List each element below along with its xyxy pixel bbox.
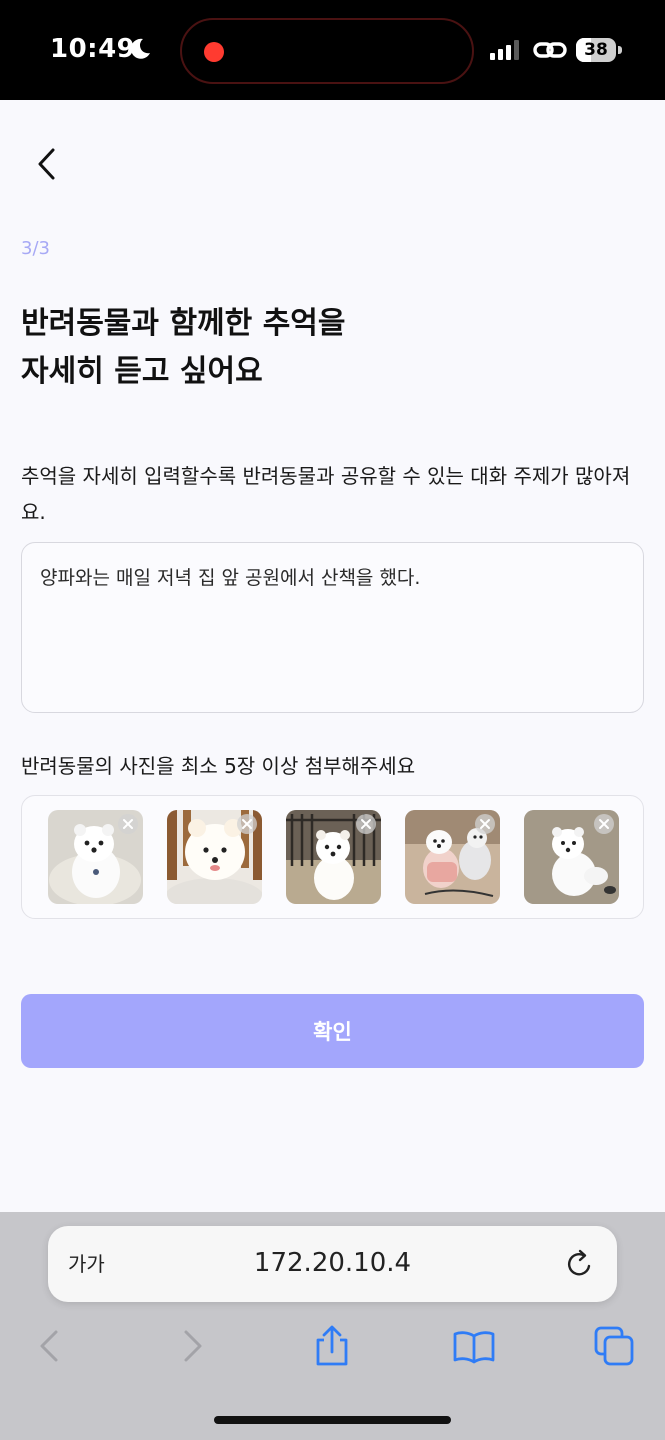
bookmarks-icon[interactable] (452, 1324, 496, 1368)
home-indicator (214, 1416, 451, 1424)
confirm-button[interactable]: 확인 (21, 994, 644, 1068)
tabs-icon[interactable] (592, 1324, 636, 1368)
page-title-line-1: 반려동물과 함께한 추억을 (21, 306, 346, 341)
step-indicator: 3/3 (21, 238, 50, 259)
close-icon (480, 819, 490, 829)
photo-remove-button[interactable] (356, 814, 376, 834)
description-text: 추억을 자세히 입력할수록 반려동물과 공유할 수 있는 대화 주제가 많아져요… (21, 464, 631, 524)
dynamic-island (180, 18, 474, 84)
back-button[interactable] (24, 140, 68, 188)
close-icon (123, 819, 133, 829)
link-icon (533, 42, 567, 58)
photo-upload-box[interactable] (21, 795, 644, 919)
photo-thumbnail-1[interactable] (48, 810, 143, 904)
reload-icon[interactable] (565, 1248, 595, 1280)
page-title-line-2: 자세히 듣고 싶어요 (21, 354, 263, 389)
photo-thumbnail-4[interactable] (405, 810, 500, 904)
share-icon[interactable] (310, 1324, 354, 1368)
chevron-left-icon (38, 148, 55, 180)
url-text[interactable]: 172.20.10.4 (48, 1248, 617, 1278)
address-bar[interactable]: 가가 172.20.10.4 (48, 1226, 617, 1302)
battery-icon: 38 (576, 38, 622, 62)
status-time: 10:49 (50, 34, 136, 64)
close-icon (599, 819, 609, 829)
close-icon (361, 819, 371, 829)
battery-percent: 38 (584, 40, 608, 60)
close-icon (242, 819, 252, 829)
photo-thumbnail-5[interactable] (524, 810, 619, 904)
forward-arrow-icon[interactable] (170, 1324, 214, 1368)
back-arrow-icon[interactable] (28, 1324, 72, 1368)
photo-thumbnail-2[interactable] (167, 810, 262, 904)
photo-thumbnail-3[interactable] (286, 810, 381, 904)
photo-remove-button[interactable] (594, 814, 614, 834)
signal-icon (490, 40, 519, 60)
status-bar: 10:49 38 (0, 0, 665, 100)
page-title: 반려동물과 함께한 추억을 자세히 듣고 싶어요 (21, 300, 346, 396)
memory-input[interactable]: 양파와는 매일 저녁 집 앞 공원에서 산책을 했다. (21, 542, 644, 713)
browser-toolbar: 가가 172.20.10.4 (0, 1212, 665, 1440)
photo-label: 반려동물의 사진을 최소 5장 이상 첨부해주세요 (21, 754, 416, 778)
photo-remove-button[interactable] (237, 814, 257, 834)
moon-icon (130, 38, 150, 59)
photo-remove-button[interactable] (475, 814, 495, 834)
photo-remove-button[interactable] (118, 814, 138, 834)
recording-dot-icon (204, 42, 224, 62)
